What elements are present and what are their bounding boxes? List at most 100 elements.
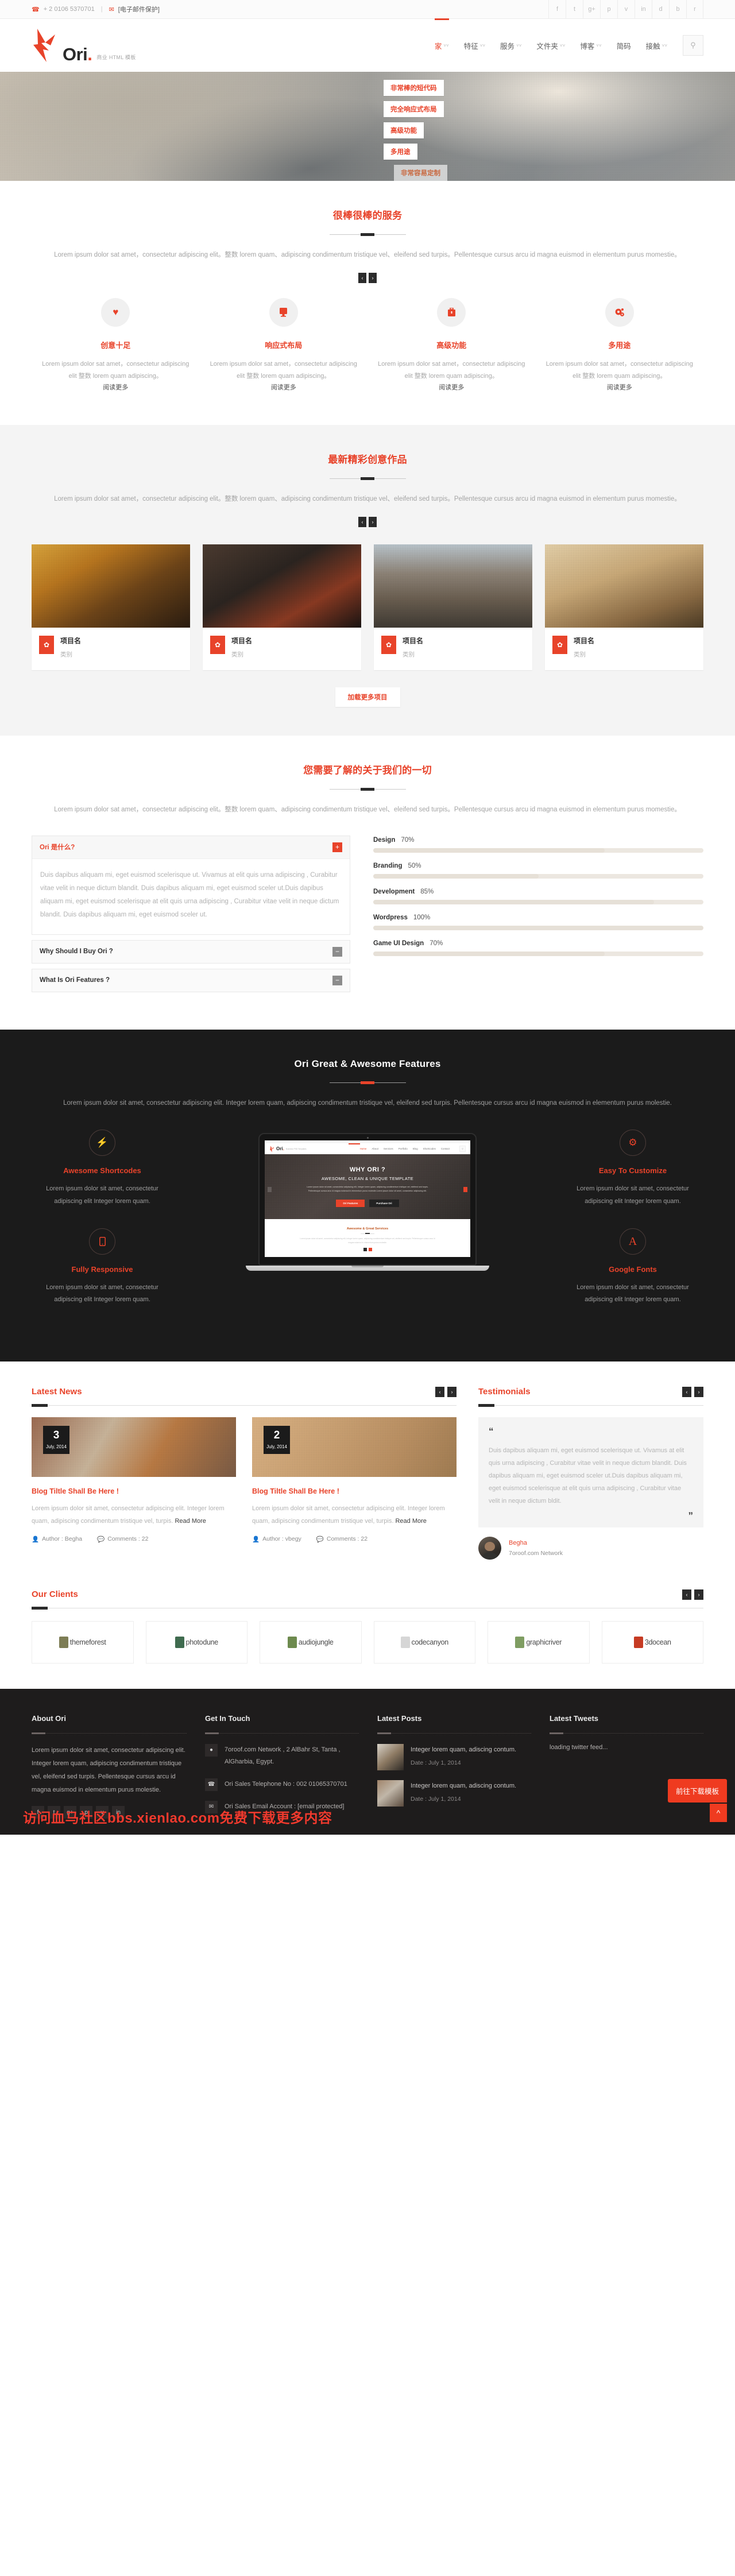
laptop-screen: Ori. Business PSD Templates Home About S… <box>265 1140 470 1258</box>
footer-contact-item: ● 7oroof.com Network , 2 AlBahr St, Tant… <box>205 1743 359 1769</box>
nav-item-home[interactable]: 家 ˅˅ <box>427 18 457 72</box>
social-twitter-icon[interactable]: t <box>566 0 583 19</box>
portfolio-description: Lorem ipsum dolor sat amet，consectetur a… <box>54 496 681 503</box>
portfolio-card[interactable]: ✿ 项目名 类别 <box>32 544 190 670</box>
hero-button-shortcodes[interactable]: 非常棒的短代码 <box>384 80 444 96</box>
service-read-more[interactable]: 阅读更多 <box>377 382 527 392</box>
news-read-more[interactable]: Read More <box>395 1518 426 1525</box>
news-post[interactable]: 3 July, 2014 Blog Tiltle Shall Be Here !… <box>32 1417 236 1543</box>
footer-post-item[interactable]: Integer lorem quam, adiscing contum. Dat… <box>377 1780 531 1807</box>
nav-item-blog[interactable]: 博客 ˅˅ <box>572 19 609 72</box>
prev-arrow-icon[interactable]: ‹ <box>358 517 366 527</box>
service-read-more[interactable]: 阅读更多 <box>41 382 191 392</box>
news-testimonials-section: Latest News ‹ › 3 July, 2014 Blog Tiltle… <box>0 1362 735 1580</box>
news-date-badge: 3 July, 2014 <box>43 1425 69 1454</box>
next-arrow-icon[interactable]: › <box>447 1386 457 1397</box>
service-card[interactable]: 响应式布局 Lorem ipsum dolor sat amet，consect… <box>200 297 368 392</box>
minus-icon[interactable]: − <box>332 946 342 957</box>
nav-item-portfolio[interactable]: 文件夹 ˅˅ <box>529 19 572 72</box>
services-grid: ♥ 创意十足 Lorem ipsum dolor sat amet，consec… <box>32 283 703 420</box>
portfolio-category: 类别 <box>231 651 243 658</box>
service-card[interactable]: ♥ 创意十足 Lorem ipsum dolor sat amet，consec… <box>32 297 200 392</box>
accordion-question: Why Should I Buy Ori ? <box>40 948 113 956</box>
topbar-contact: ☎ + 2 0106 5370701 | ✉ [电子邮件保护] <box>32 5 160 14</box>
portfolio-card[interactable]: ✿ 项目名 类别 <box>203 544 361 670</box>
laptop-mockup: Ori. Business PSD Templates Home About S… <box>173 1130 562 1271</box>
photodune-badge-icon <box>175 1636 184 1648</box>
skill-label: Wordpress <box>373 914 408 921</box>
prev-arrow-icon[interactable]: ‹ <box>682 1386 691 1397</box>
social-facebook-icon[interactable]: f <box>548 0 566 19</box>
social-behance-icon[interactable]: b <box>669 0 686 19</box>
minus-icon[interactable]: − <box>332 975 342 985</box>
skill-progress-track <box>373 848 703 853</box>
social-dribbble-icon[interactable]: d <box>652 0 669 19</box>
hero-button-customizable[interactable]: 非常容易定制 <box>394 165 447 181</box>
social-rss-icon[interactable]: r <box>686 0 703 19</box>
hero-button-advanced[interactable]: 高级功能 <box>384 122 424 138</box>
client-logo-codecanyon[interactable]: codecanyon <box>373 1620 475 1664</box>
skill-progress-fill <box>373 848 605 853</box>
client-logo-audiojungle[interactable]: audiojungle <box>260 1620 362 1664</box>
accordion-question: Ori 是什么? <box>40 844 75 852</box>
site-footer: About Ori Lorem ipsum dolor sit amet, co… <box>0 1688 735 1835</box>
preview-hero-title: WHY ORI ? <box>349 1166 386 1174</box>
accordion-header[interactable]: What Is Ori Features ? − <box>32 969 350 992</box>
service-read-more[interactable]: 阅读更多 <box>209 382 359 392</box>
accordion-header[interactable]: Ori 是什么? + <box>32 836 350 858</box>
topbar-email[interactable]: [电子邮件保护] <box>118 5 160 14</box>
news-read-more[interactable]: Read More <box>175 1518 206 1525</box>
prev-arrow-icon[interactable]: ‹ <box>358 272 366 283</box>
client-logo-photodune[interactable]: photodune <box>145 1620 247 1664</box>
testimonial-company: 7oroof.com Network <box>509 1549 563 1557</box>
briefcase-icon <box>437 297 466 327</box>
nav-item-shortcodes[interactable]: 简码 <box>609 19 639 72</box>
hero-button-responsive[interactable]: 完全响应式布局 <box>384 101 444 117</box>
next-arrow-icon[interactable]: › <box>369 272 377 283</box>
accordion-header[interactable]: Why Should I Buy Ori ? − <box>32 940 350 963</box>
client-logo-graphicriver[interactable]: graphicriver <box>488 1620 590 1664</box>
social-pinterest-icon[interactable]: p <box>600 0 617 19</box>
hero-button-multipurpose[interactable]: 多用途 <box>384 144 417 160</box>
next-arrow-icon[interactable]: › <box>694 1386 703 1397</box>
news-post[interactable]: 2 July, 2014 Blog Tiltle Shall Be Here !… <box>252 1417 457 1543</box>
section-divider <box>329 233 406 236</box>
topbar-separator: | <box>100 6 103 13</box>
footer-tweet-status: loading twitter feed... <box>550 1743 608 1751</box>
service-text: Lorem ipsum dolor sat amet，consectetur a… <box>42 360 189 380</box>
quote-open-icon: “ <box>489 1425 494 1437</box>
chevron-down-icon: ˅˅ <box>443 42 449 48</box>
load-more-button[interactable]: 加载更多项目 <box>335 687 400 707</box>
next-arrow-icon[interactable]: › <box>369 517 377 527</box>
footer-post-item[interactable]: Integer lorem quam, adiscing contum. Dat… <box>377 1743 531 1770</box>
chevron-down-icon: ˅˅ <box>479 42 486 48</box>
nav-item-contact[interactable]: 接触 ˅˅ <box>639 19 675 72</box>
social-linkedin-icon[interactable]: in <box>635 0 652 19</box>
portfolio-card[interactable]: ✿ 项目名 类别 <box>545 544 703 670</box>
footer-post-title: Integer lorem quam, adiscing contum. <box>411 1746 517 1753</box>
chevron-up-icon[interactable]: ^ <box>710 1803 727 1822</box>
nav-item-features[interactable]: 特征 ˅˅ <box>457 19 493 72</box>
watermark-text: 访问血马社区bbs.xienlao.com免费下载更多内容 <box>23 1810 332 1826</box>
search-icon[interactable]: ⚲ <box>683 35 703 56</box>
portfolio-category: 类别 <box>403 651 415 658</box>
social-vimeo-icon[interactable]: v <box>617 0 635 19</box>
next-arrow-icon[interactable]: › <box>694 1589 703 1600</box>
site-logo[interactable]: Ori. 商业 HTML 模板 <box>32 28 136 63</box>
portfolio-card[interactable]: ✿ 项目名 类别 <box>374 544 532 670</box>
social-googleplus-icon[interactable]: g+ <box>583 0 600 19</box>
download-template-button[interactable]: 前往下载模板 <box>667 1778 727 1803</box>
news-day: 3 <box>53 1429 60 1441</box>
prev-arrow-icon[interactable]: ‹ <box>435 1386 444 1397</box>
news-title[interactable]: Blog Tiltle Shall Be Here ! <box>32 1487 236 1495</box>
service-read-more[interactable]: 阅读更多 <box>545 382 695 392</box>
search-icon: ⚲ <box>459 1146 466 1152</box>
plus-icon[interactable]: + <box>332 842 342 852</box>
nav-item-services[interactable]: 服务 ˅˅ <box>493 19 529 72</box>
service-card[interactable]: 多用途 Lorem ipsum dolor sat amet，consectet… <box>536 297 704 392</box>
client-logo-themeforest[interactable]: themeforest <box>32 1620 134 1664</box>
client-logo-3docean[interactable]: 3docean <box>601 1620 703 1664</box>
prev-arrow-icon[interactable]: ‹ <box>682 1589 691 1600</box>
news-title[interactable]: Blog Tiltle Shall Be Here ! <box>252 1487 457 1495</box>
service-card[interactable]: 高级功能 Lorem ipsum dolor sat amet，consecte… <box>368 297 536 392</box>
